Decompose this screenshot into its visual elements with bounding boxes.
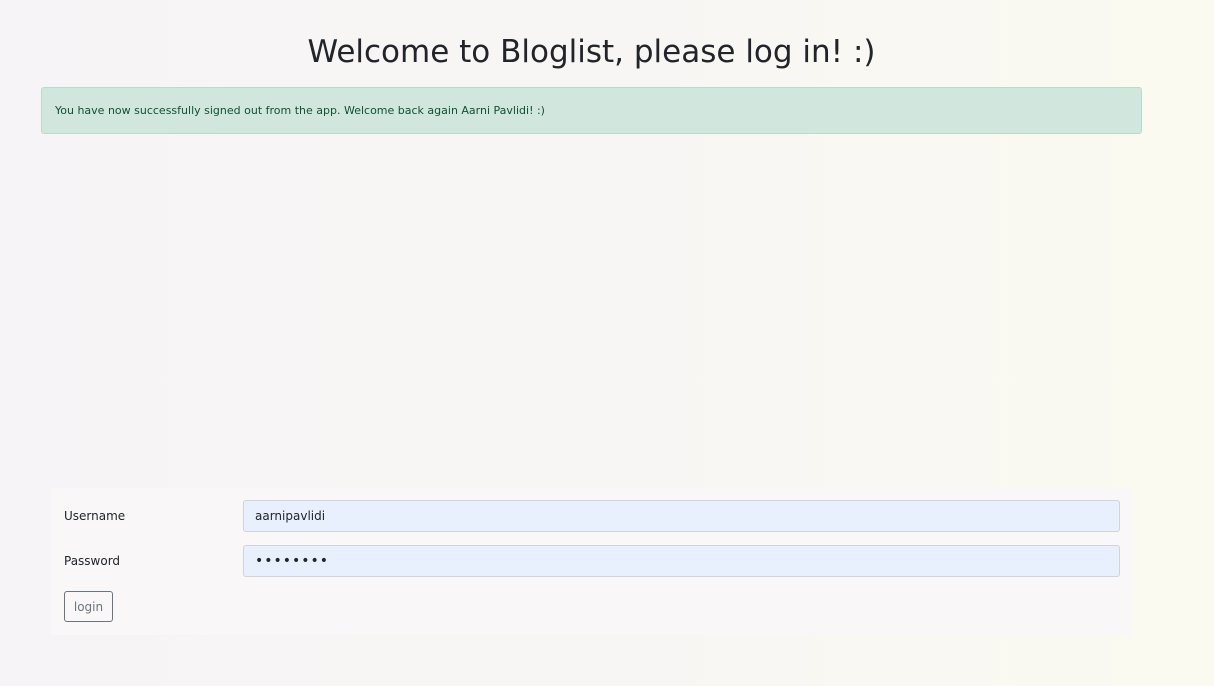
username-row: Username xyxy=(51,500,1133,532)
password-input[interactable] xyxy=(243,545,1120,577)
password-label: Password xyxy=(64,554,121,568)
password-row: Password xyxy=(51,545,1133,577)
page-title: Welcome to Bloglist, please log in! :) xyxy=(307,34,876,70)
username-label: Username xyxy=(64,509,126,523)
username-input[interactable] xyxy=(243,500,1120,532)
login-form: Username Password login xyxy=(51,488,1133,635)
success-notification: You have now successfully signed out fro… xyxy=(41,87,1142,134)
login-button[interactable]: login xyxy=(64,591,113,622)
